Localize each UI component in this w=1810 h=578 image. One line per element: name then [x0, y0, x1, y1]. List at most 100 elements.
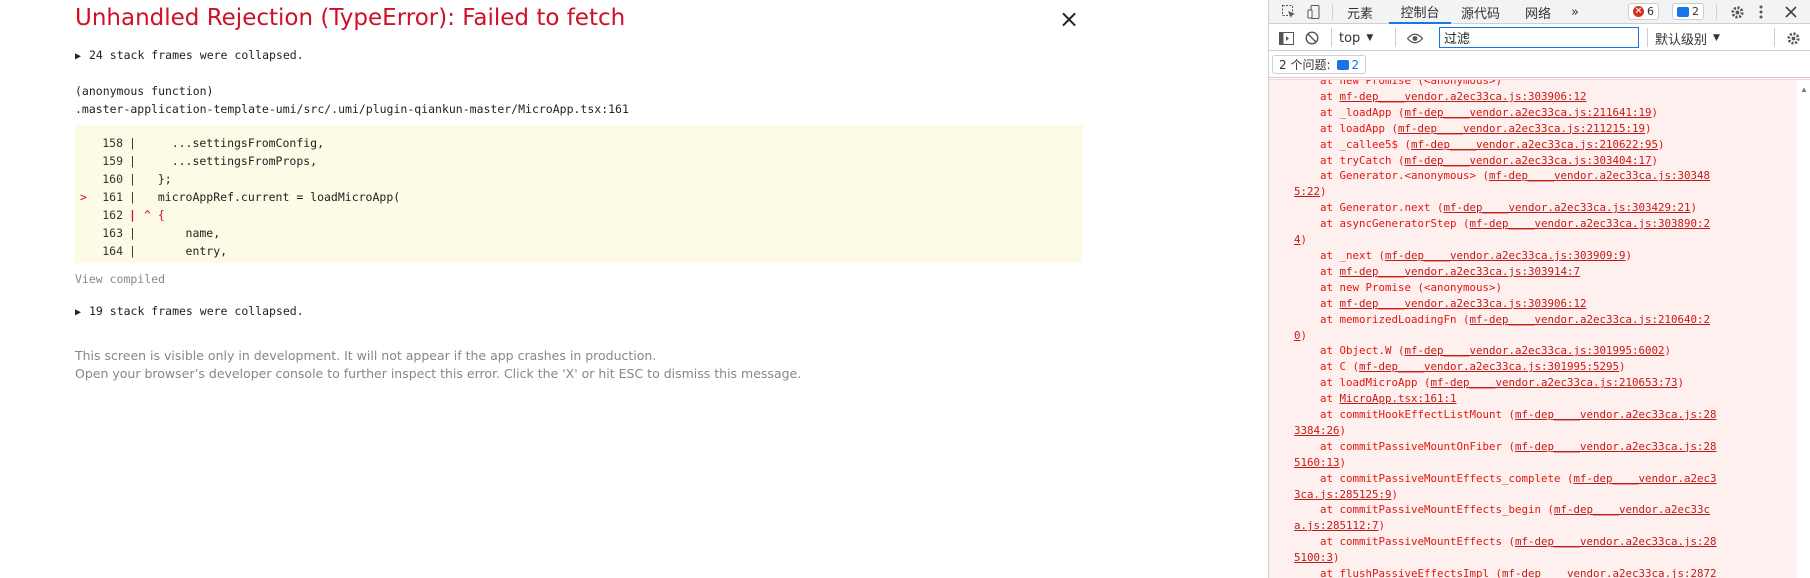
- stack-text: at loadMicroApp (: [1294, 376, 1431, 390]
- gutter-bar: |: [129, 226, 136, 240]
- stack-text: at: [1294, 296, 1340, 310]
- source-link[interactable]: mf-dep____vendor.a2ec33ca.js:303906:12: [1340, 90, 1587, 103]
- source-link[interactable]: mf-dep____vendor.a2ec33ca.js:303914:7: [1340, 265, 1581, 278]
- console-line: at mf-dep____vendor.a2ec33ca.js:303906:1…: [1294, 89, 1794, 105]
- view-compiled-link[interactable]: View compiled: [75, 272, 165, 286]
- code-line: 160 | };: [75, 170, 1083, 188]
- source-link[interactable]: 5:22: [1294, 185, 1320, 198]
- source-link[interactable]: mf-dep____vendor.a2ec33ca.js:211641:19: [1405, 106, 1652, 119]
- code-line: 159 | ...settingsFromProps,: [75, 152, 1083, 170]
- console-line: at MicroApp.tsx:161:1: [1294, 391, 1794, 407]
- console-settings-gear-icon[interactable]: [1783, 28, 1803, 48]
- source-link[interactable]: mf-dep____vendor.a2ec33ca.js:28: [1515, 408, 1717, 421]
- stack-text: ): [1677, 376, 1685, 390]
- source-link[interactable]: mf-dep____vendor.a2ec33ca.js:210640:2: [1470, 313, 1711, 326]
- dev-only-note: This screen is visible only in developme…: [75, 348, 657, 363]
- collapsed-frames-toggle-top[interactable]: ▶ 24 stack frames were collapsed.: [75, 48, 304, 62]
- source-link[interactable]: 3384:26: [1294, 424, 1340, 437]
- console-messages: at new Promise (<anonymous>) at mf-dep__…: [1269, 79, 1810, 578]
- source-link[interactable]: mf-dep____vendor.a2ec33ca.js:2872: [1502, 567, 1717, 578]
- stack-text: ): [1333, 551, 1340, 565]
- source-link[interactable]: 5160:13: [1294, 456, 1340, 469]
- source-link[interactable]: mf-dep____vendor.a2ec3: [1574, 472, 1717, 485]
- line-number: 164: [102, 244, 123, 258]
- tab-sources[interactable]: 源代码: [1461, 0, 1500, 24]
- scroll-up-icon[interactable]: ▲: [1800, 85, 1808, 94]
- stack-text: ): [1651, 105, 1659, 119]
- filter-input[interactable]: [1439, 27, 1639, 48]
- stack-text: at Generator.next (: [1294, 201, 1444, 215]
- close-devtools-icon[interactable]: [1781, 2, 1801, 22]
- source-link[interactable]: mf-dep____vendor.a2ec33ca.js:211215:19: [1398, 122, 1645, 135]
- console-scrollbar[interactable]: ▲: [1797, 80, 1810, 578]
- issues-button[interactable]: 2 个问题: 2: [1272, 55, 1367, 74]
- stack-text: at _loadApp (: [1294, 105, 1405, 119]
- stack-frame-file-path[interactable]: .master-application-template-umi/src/.um…: [75, 102, 629, 116]
- gutter-bar: |: [129, 136, 136, 150]
- gutter-bar: |: [129, 244, 136, 258]
- collapsed-frames-label: 19 stack frames were collapsed.: [89, 304, 304, 318]
- log-levels-selector[interactable]: 默认级别 ▼: [1655, 28, 1720, 48]
- source-link[interactable]: mf-dep____vendor.a2ec33ca.js:303909:9: [1385, 249, 1626, 262]
- stack-text: at Generator.<anonymous> (: [1294, 169, 1490, 183]
- stack-text: at _callee5$ (: [1294, 137, 1412, 151]
- code-snippet: 158 | ...settingsFromConfig, 159 | ...se…: [75, 125, 1083, 263]
- tab-console[interactable]: 控制台: [1389, 0, 1451, 24]
- stack-text: at: [1294, 264, 1340, 278]
- tab-elements[interactable]: 元素: [1347, 0, 1373, 24]
- source-link[interactable]: 5100:3: [1294, 551, 1333, 564]
- context-selector[interactable]: top ▼: [1339, 28, 1373, 48]
- log-levels-label: 默认级别: [1655, 32, 1708, 48]
- toolbar-divider: [1647, 28, 1648, 47]
- stack-text: at tryCatch (: [1294, 153, 1405, 167]
- source-link[interactable]: mf-dep____vendor.a2ec33ca.js:301995:6002: [1405, 344, 1665, 357]
- source-link[interactable]: mf-dep____vendor.a2ec33ca.js:301995:5295: [1359, 360, 1619, 373]
- stack-text: at commitPassiveMountEffects_begin (: [1294, 503, 1555, 517]
- sidebar-toggle-icon[interactable]: [1276, 28, 1296, 48]
- source-link[interactable]: MicroApp.tsx:161:1: [1340, 392, 1457, 405]
- source-link[interactable]: mf-dep____vendor.a2ec33ca.js:303429:21: [1444, 201, 1691, 214]
- issues-label: 2 个问题:: [1279, 58, 1331, 72]
- inspect-element-icon[interactable]: [1279, 2, 1299, 22]
- stack-text: at commitPassiveMountEffects (: [1294, 535, 1516, 549]
- console-line: 3384:26): [1294, 423, 1794, 439]
- source-link[interactable]: mf-dep____vendor.a2ec33ca.js:30348: [1489, 169, 1710, 182]
- message-count: 2: [1692, 5, 1699, 18]
- console-line: at C (mf-dep____vendor.a2ec33ca.js:30199…: [1294, 359, 1794, 375]
- collapsed-frames-toggle-bottom[interactable]: ▶ 19 stack frames were collapsed.: [75, 304, 304, 318]
- collapsed-frames-label: 24 stack frames were collapsed.: [89, 48, 304, 62]
- line-number: 162: [102, 208, 123, 222]
- error-count-badge[interactable]: × 6: [1628, 3, 1659, 20]
- source-link[interactable]: mf-dep____vendor.a2ec33ca.js:28: [1515, 535, 1717, 548]
- source-link[interactable]: mf-dep____vendor.a2ec33ca.js:210653:73: [1431, 376, 1678, 389]
- source-link[interactable]: a.js:285112:7: [1294, 519, 1379, 532]
- code-text: ...settingsFromConfig,: [144, 136, 325, 150]
- clear-console-icon[interactable]: [1302, 28, 1322, 48]
- tab-network[interactable]: 网络: [1525, 0, 1551, 24]
- source-link[interactable]: mf-dep____vendor.a2ec33ca.js:210622:95: [1411, 138, 1658, 151]
- source-link[interactable]: mf-dep____vendor.a2ec33ca.js:28: [1515, 440, 1717, 453]
- live-expression-eye-icon[interactable]: [1404, 28, 1426, 48]
- console-line: at loadApp (mf-dep____vendor.a2ec33ca.js…: [1294, 121, 1794, 137]
- kebab-menu-icon[interactable]: [1753, 2, 1769, 22]
- stack-text: ): [1658, 137, 1665, 151]
- message-count-badge[interactable]: 2: [1672, 3, 1704, 20]
- devtools-panel: 元素 控制台 源代码 网络 » × 6 2 top ▼ 过滤 默认级别 ▼ 2 …: [1268, 0, 1810, 578]
- settings-gear-icon[interactable]: [1727, 2, 1747, 22]
- toolbar-divider: [1395, 28, 1396, 47]
- close-icon[interactable]: ×: [1059, 7, 1079, 31]
- stack-text: ): [1619, 360, 1626, 374]
- code-text: entry,: [144, 244, 228, 258]
- line-number: 160: [102, 172, 123, 186]
- tab-label: 元素: [1347, 6, 1374, 22]
- more-tabs-button[interactable]: »: [1571, 0, 1579, 24]
- source-link[interactable]: mf-dep____vendor.a2ec33c: [1554, 503, 1710, 516]
- source-link[interactable]: mf-dep____vendor.a2ec33ca.js:303404:17: [1405, 154, 1652, 167]
- source-link[interactable]: 3ca.js:285125:9: [1294, 488, 1392, 501]
- stack-text: at Object.W (: [1294, 344, 1405, 358]
- source-link[interactable]: mf-dep____vendor.a2ec33ca.js:303906:12: [1340, 297, 1587, 310]
- console-line: at new Promise (<anonymous>): [1294, 280, 1794, 296]
- device-toolbar-icon[interactable]: [1305, 2, 1325, 22]
- error-title: Unhandled Rejection (TypeError): Failed …: [75, 5, 626, 31]
- source-link[interactable]: mf-dep____vendor.a2ec33ca.js:303890:2: [1470, 217, 1711, 230]
